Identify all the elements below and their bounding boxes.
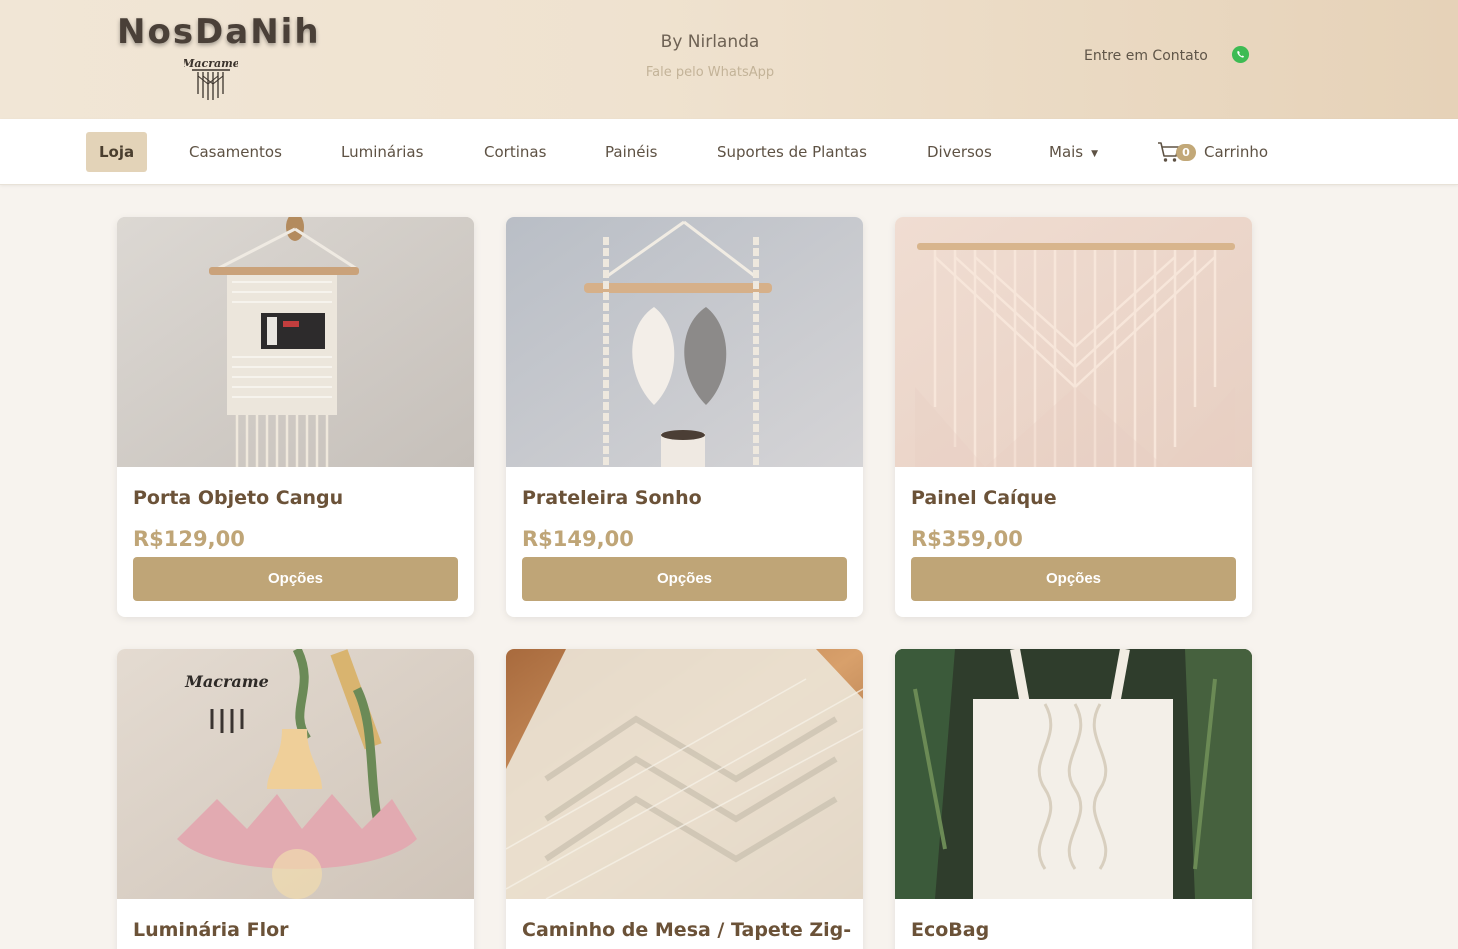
nav-item-luminarias[interactable]: Luminárias <box>341 132 423 172</box>
product-image[interactable] <box>895 649 1252 899</box>
product-price: R$129,00 <box>133 527 245 551</box>
macrame-logo-badge: Macrame <box>184 57 238 100</box>
options-button[interactable]: Opções <box>911 557 1236 601</box>
nav-item-mais-label: Mais <box>1049 143 1084 161</box>
product-image[interactable] <box>895 217 1252 467</box>
product-price: R$359,00 <box>911 527 1023 551</box>
svg-text:Macrame: Macrame <box>184 672 269 691</box>
product-image[interactable] <box>506 649 863 899</box>
cart-count-badge: 0 <box>1176 144 1196 161</box>
product-image[interactable]: Macrame <box>117 649 474 899</box>
whatsapp-icon[interactable] <box>1231 45 1250 64</box>
nav-item-mais[interactable]: Mais ▼ <box>1049 132 1098 172</box>
product-image[interactable] <box>506 217 863 467</box>
product-title[interactable]: Painel Caíque <box>911 487 1057 509</box>
product-card[interactable]: Painel Caíque R$359,00 Opções <box>895 217 1252 617</box>
options-button[interactable]: Opções <box>522 557 847 601</box>
whatsapp-tagline[interactable]: Fale pelo WhatsApp <box>560 65 860 80</box>
product-card[interactable]: Macrame Luminária Flor <box>117 649 474 949</box>
product-image[interactable] <box>117 217 474 467</box>
product-card[interactable]: EcoBag <box>895 649 1252 949</box>
contact-link[interactable]: Entre em Contato <box>1084 48 1208 64</box>
product-price: R$149,00 <box>522 527 634 551</box>
product-title[interactable]: Luminária Flor <box>133 919 289 941</box>
product-title[interactable]: EcoBag <box>911 919 989 941</box>
cart-label: Carrinho <box>1204 143 1269 161</box>
product-card[interactable]: Caminho de Mesa / Tapete Zig- <box>506 649 863 949</box>
product-title[interactable]: Caminho de Mesa / Tapete Zig- <box>522 919 851 941</box>
nav-item-loja[interactable]: Loja <box>86 132 148 172</box>
caret-down-icon: ▼ <box>1091 149 1099 159</box>
nav-item-cortinas[interactable]: Cortinas <box>484 132 546 172</box>
svg-text:Macrame: Macrame <box>184 57 238 70</box>
site-header: NosDaNih Macrame By Nirlanda Fale pelo W… <box>0 0 1458 119</box>
product-card[interactable]: Porta Objeto Cangu R$129,00 Opções <box>117 217 474 617</box>
nav-item-diversos[interactable]: Diversos <box>927 132 992 172</box>
nav-item-suportes[interactable]: Suportes de Plantas <box>717 132 867 172</box>
product-title[interactable]: Porta Objeto Cangu <box>133 487 343 509</box>
nav-item-casamentos[interactable]: Casamentos <box>189 132 282 172</box>
main-nav: Loja Casamentos Luminárias Cortinas Pain… <box>0 119 1458 185</box>
options-button[interactable]: Opções <box>133 557 458 601</box>
product-card[interactable]: Prateleira Sonho R$149,00 Opções <box>506 217 863 617</box>
nav-item-paineis[interactable]: Painéis <box>605 132 657 172</box>
product-title[interactable]: Prateleira Sonho <box>522 487 702 509</box>
site-logo[interactable]: NosDaNih <box>117 12 321 52</box>
by-line: By Nirlanda <box>660 32 760 52</box>
